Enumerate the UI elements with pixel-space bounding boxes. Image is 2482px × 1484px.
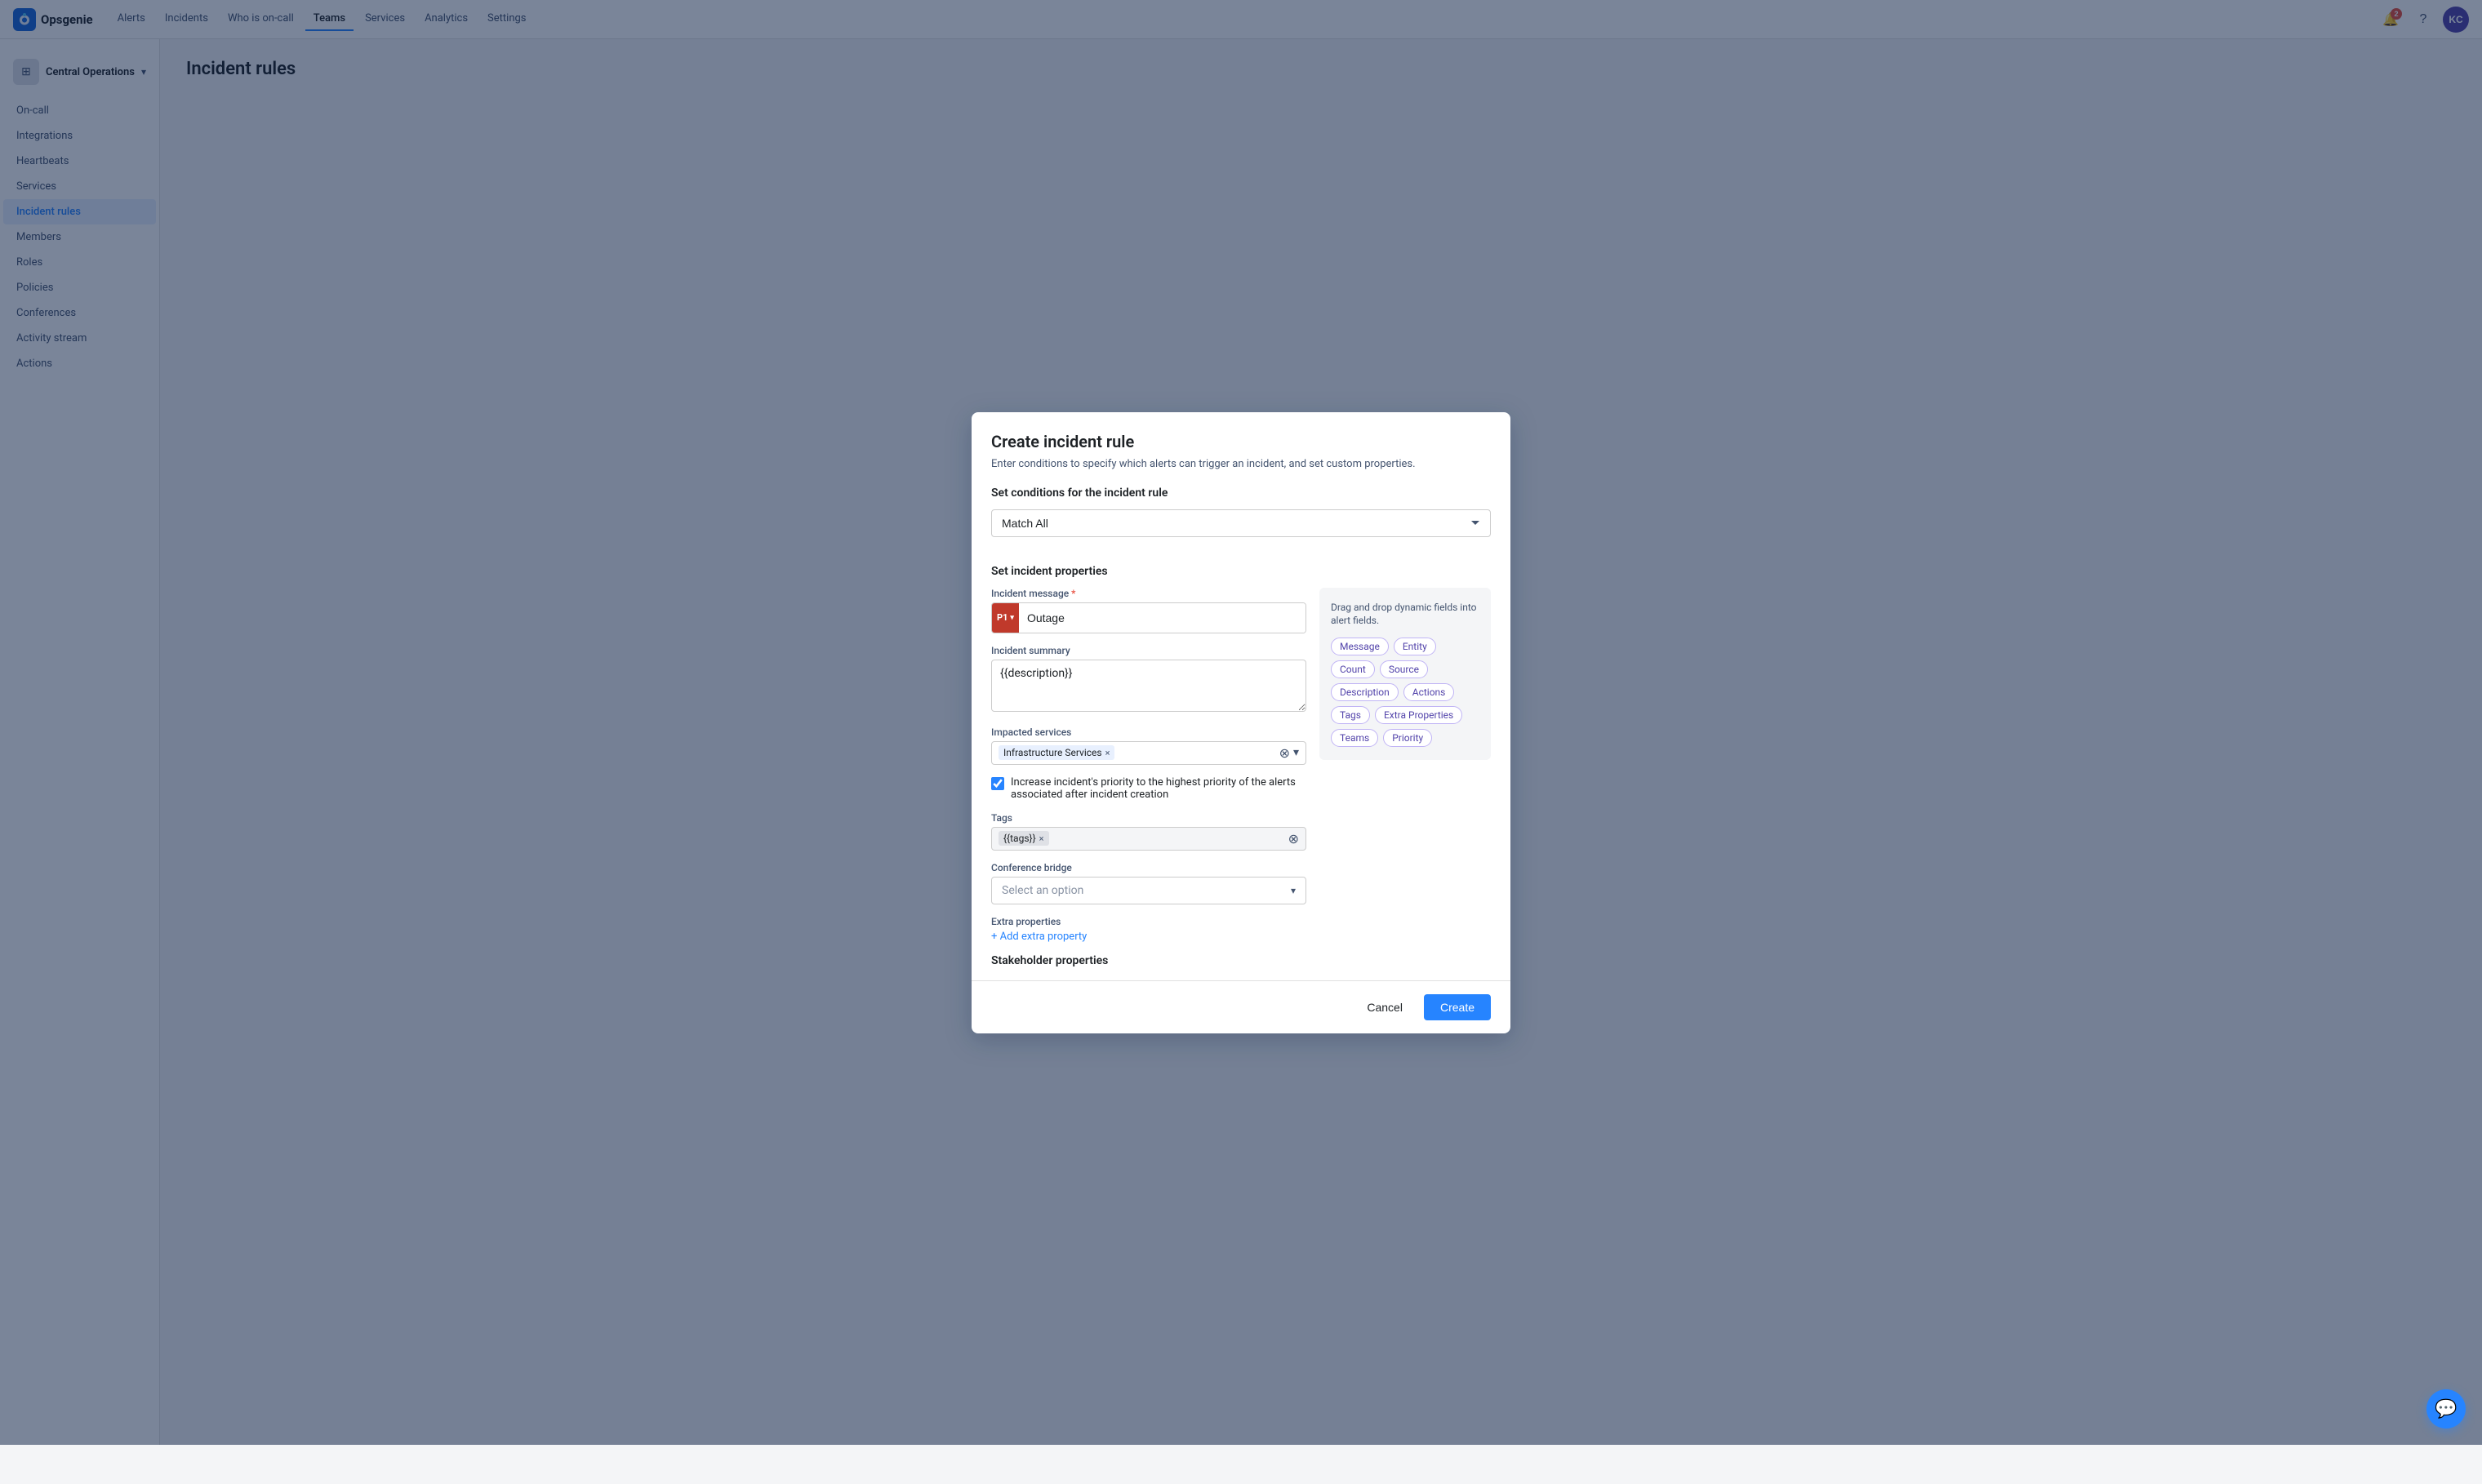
incident-summary-textarea[interactable]: {{description}} <box>991 660 1306 712</box>
impacted-services-label: Impacted services <box>991 726 1306 738</box>
modal-subtitle: Enter conditions to specify which alerts… <box>991 458 1491 470</box>
dynamic-chip-priority[interactable]: Priority <box>1383 729 1432 747</box>
dynamic-chip-teams[interactable]: Teams <box>1331 729 1378 747</box>
tags-clear-icon[interactable]: ⊗ <box>1288 831 1299 846</box>
dynamic-chip-count[interactable]: Count <box>1331 660 1375 678</box>
multiselect-clear-icon[interactable]: ⊗ <box>1279 745 1290 761</box>
dynamic-chips-container: Message Entity Count Source Description … <box>1331 638 1479 747</box>
create-button[interactable]: Create <box>1424 994 1491 1020</box>
dynamic-chip-extra-properties[interactable]: Extra Properties <box>1375 706 1462 724</box>
incident-props-section: Set incident properties Incident message… <box>991 565 1491 967</box>
dynamic-chip-source[interactable]: Source <box>1380 660 1428 678</box>
incident-props-grid: Incident message * P1 ▾ <box>991 588 1491 967</box>
tags-select[interactable]: {{tags}} × ⊗ <box>991 827 1306 851</box>
conference-bridge-arrow-icon: ▾ <box>1291 885 1296 896</box>
multiselect-icons: ⊗ ▾ <box>1279 745 1299 761</box>
extra-properties-section: Extra properties + Add extra property <box>991 916 1306 943</box>
tags-label: Tags <box>991 812 1306 824</box>
chat-support-button[interactable]: 💬 <box>2426 1389 2466 1428</box>
tags-chips: {{tags}} × <box>999 831 1288 846</box>
priority-badge[interactable]: P1 ▾ <box>992 603 1019 633</box>
extra-properties-label: Extra properties <box>991 916 1306 927</box>
tag-chip-remove[interactable]: × <box>1039 833 1044 844</box>
cancel-button[interactable]: Cancel <box>1354 994 1416 1020</box>
dynamic-chip-description[interactable]: Description <box>1331 683 1399 701</box>
dynamic-chip-message[interactable]: Message <box>1331 638 1389 655</box>
impacted-services-field: Impacted services Infrastructure Service… <box>991 726 1306 765</box>
impacted-services-select[interactable]: Infrastructure Services × ⊗ ▾ <box>991 741 1306 765</box>
conference-bridge-field: Conference bridge Select an option ▾ <box>991 862 1306 904</box>
priority-checkbox-label: Increase incident's priority to the high… <box>1011 776 1306 801</box>
incident-props-section-title: Set incident properties <box>991 565 1491 578</box>
dynamic-panel-title: Drag and drop dynamic fields into alert … <box>1331 601 1479 629</box>
modal-body: Set conditions for the incident rule Mat… <box>972 487 1510 980</box>
impacted-service-chip-remove[interactable]: × <box>1105 748 1110 758</box>
tag-chip: {{tags}} × <box>999 831 1049 846</box>
modal-footer: Cancel Create <box>972 980 1510 1033</box>
tags-field: Tags {{tags}} × ⊗ <box>991 812 1306 851</box>
create-incident-rule-modal: Create incident rule Enter conditions to… <box>972 412 1510 1033</box>
conditions-section: Set conditions for the incident rule Mat… <box>991 487 1491 553</box>
conditions-section-title: Set conditions for the incident rule <box>991 487 1491 500</box>
multiselect-arrow-icon[interactable]: ▾ <box>1293 746 1299 759</box>
incident-message-label: Incident message * <box>991 588 1306 599</box>
dynamic-fields-panel: Drag and drop dynamic fields into alert … <box>1319 588 1491 761</box>
impacted-service-chip-label: Infrastructure Services <box>1003 747 1102 758</box>
conference-bridge-label: Conference bridge <box>991 862 1306 873</box>
conference-bridge-select[interactable]: Select an option ▾ <box>991 877 1306 904</box>
modal-header: Create incident rule Enter conditions to… <box>972 412 1510 470</box>
priority-checkbox-row: Increase incident's priority to the high… <box>991 776 1306 801</box>
incident-summary-label: Incident summary <box>991 645 1306 656</box>
modal-title: Create incident rule <box>991 432 1491 451</box>
add-extra-property-link[interactable]: + Add extra property <box>991 931 1087 943</box>
priority-badge-label: P1 <box>997 612 1007 623</box>
dynamic-chip-actions[interactable]: Actions <box>1403 683 1455 701</box>
priority-chevron-icon: ▾ <box>1010 614 1014 622</box>
incident-props-form: Incident message * P1 ▾ <box>991 588 1306 967</box>
incident-summary-field: Incident summary {{description}} <box>991 645 1306 715</box>
priority-checkbox[interactable] <box>991 777 1004 790</box>
dynamic-chip-tags[interactable]: Tags <box>1331 706 1370 724</box>
required-indicator: * <box>1071 588 1075 599</box>
incident-message-field: Incident message * P1 ▾ <box>991 588 1306 633</box>
modal-overlay: Create incident rule Enter conditions to… <box>0 0 2482 1445</box>
incident-message-input-row: P1 ▾ <box>991 602 1306 633</box>
incident-message-input[interactable] <box>1019 603 1305 633</box>
chat-icon: 💬 <box>2435 1399 2457 1420</box>
stakeholder-properties-title: Stakeholder properties <box>991 954 1306 967</box>
impacted-service-chip: Infrastructure Services × <box>999 745 1114 760</box>
tag-chip-label: {{tags}} <box>1003 833 1036 844</box>
dynamic-chip-entity[interactable]: Entity <box>1394 638 1436 655</box>
match-all-dropdown[interactable]: Match All <box>991 509 1491 537</box>
conference-bridge-placeholder: Select an option <box>1002 884 1083 897</box>
impacted-services-tags: Infrastructure Services × <box>999 745 1279 760</box>
